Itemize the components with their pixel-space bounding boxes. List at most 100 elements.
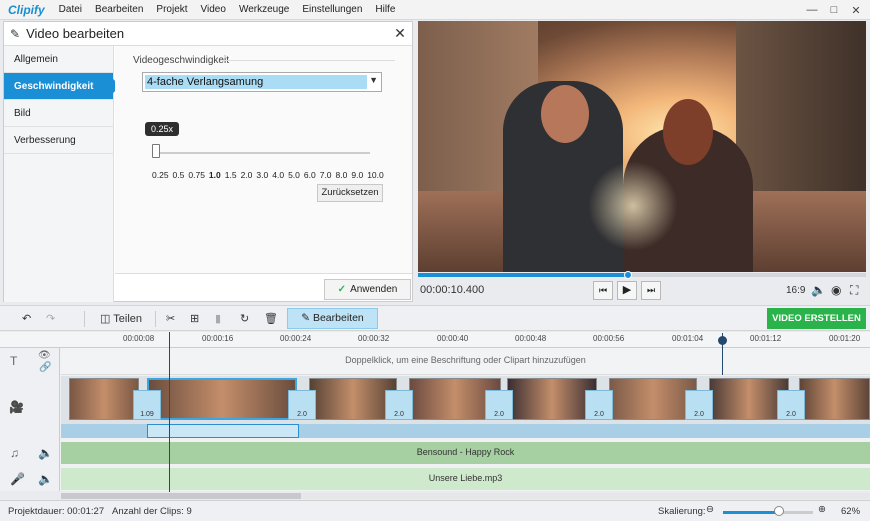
transition-thumb[interactable]: 2.0 xyxy=(685,390,713,420)
progress-knob[interactable] xyxy=(623,271,632,279)
video-preview[interactable] xyxy=(418,21,866,272)
timeline-scrollbar[interactable] xyxy=(61,493,870,499)
aspect-ratio[interactable]: 16:9 xyxy=(786,285,805,296)
edit-panel-sidebar: Allgemein Geschwindigkeit Bild Verbesser… xyxy=(4,46,121,302)
text-track-hint: Doppelklick, um eine Beschriftung oder C… xyxy=(345,355,586,365)
music-track-label: Bensound - Happy Rock xyxy=(416,447,515,457)
transition-thumb[interactable]: 1.09 xyxy=(133,390,161,420)
speed-dropdown-value: 4-fache Verlangsamung xyxy=(145,75,367,89)
menu-video[interactable]: Video xyxy=(201,4,226,15)
menu-datei[interactable]: Datei xyxy=(59,4,82,15)
eye-icon[interactable]: 👁 xyxy=(38,350,51,361)
ruler-label: 00:01:12 xyxy=(750,334,782,343)
speed-settings: Videogeschwindigkeit 4-fache Verlangsamu… xyxy=(115,46,412,273)
video-clip[interactable] xyxy=(507,378,597,420)
menu-einstellungen[interactable]: Einstellungen xyxy=(302,4,362,15)
split-label: Teilen xyxy=(113,313,143,325)
transition-thumb[interactable]: 2.0 xyxy=(485,390,513,420)
play-icon[interactable]: ▶ xyxy=(617,281,637,300)
ruler-label: 00:00:40 xyxy=(437,334,469,343)
music-track[interactable]: Bensound - Happy Rock xyxy=(61,442,870,464)
speed-slider-thumb[interactable] xyxy=(152,144,160,158)
slider-tick: 1.0 xyxy=(208,170,221,180)
transition-thumb[interactable]: 2.0 xyxy=(385,390,413,420)
scale-label: Skalierung: xyxy=(658,506,706,517)
section-label: Videogeschwindigkeit xyxy=(133,55,229,66)
zoom-slider-thumb[interactable] xyxy=(774,506,784,516)
app-logo: Clipify xyxy=(8,2,45,17)
fullscreen-icon[interactable]: ⛶ xyxy=(850,283,858,298)
clipify-window: { "app": {"name": "Clipify"}, "menu": ["… xyxy=(0,0,870,521)
zoom-slider[interactable] xyxy=(723,511,813,514)
maximize-icon[interactable]: □ xyxy=(823,0,845,20)
voice-track[interactable]: Unsere Liebe.mp3 xyxy=(61,468,870,490)
link-icon[interactable]: 🔗 xyxy=(39,362,51,373)
tab-allgemein[interactable]: Allgemein xyxy=(4,46,113,73)
apply-button[interactable]: ✓ Anwenden xyxy=(324,279,411,300)
create-video-button[interactable]: VIDEO ERSTELLEN xyxy=(767,308,866,329)
scissors-icon[interactable]: ✂ xyxy=(166,310,175,328)
transition-thumb[interactable]: 2.0 xyxy=(777,390,805,420)
tab-geschwindigkeit[interactable]: Geschwindigkeit xyxy=(4,73,121,100)
slider-tick: 4.0 xyxy=(272,170,285,180)
reset-button[interactable]: Zurücksetzen xyxy=(317,184,383,202)
timeline-ruler[interactable]: 00:00:08 00:00:16 00:00:24 00:00:32 00:00:40… xyxy=(0,332,870,348)
menu-hilfe[interactable]: Hilfe xyxy=(375,4,395,15)
speed-dropdown[interactable]: 4-fache Verlangsamung ▼ xyxy=(142,72,382,92)
skip-back-icon[interactable]: ⏮ xyxy=(593,281,613,300)
scrollbar-thumb[interactable] xyxy=(61,493,301,499)
split-button[interactable]: ◫ Teilen xyxy=(100,310,142,328)
menu-projekt[interactable]: Projekt xyxy=(156,4,187,15)
rotate-icon[interactable]: ↻ xyxy=(240,310,249,328)
preview-woman-head xyxy=(663,99,713,165)
zoom-in-icon[interactable]: ⊕ xyxy=(818,504,826,515)
menu-werkzeuge[interactable]: Werkzeuge xyxy=(239,4,289,15)
text-icon: T xyxy=(10,354,18,368)
tab-bild[interactable]: Bild xyxy=(4,100,113,127)
volume-icon[interactable]: 🔈 xyxy=(811,283,826,297)
close-icon[interactable]: ✕ xyxy=(392,25,408,41)
slider-tooltip: 0.25x xyxy=(145,122,180,136)
marker-handle[interactable] xyxy=(718,336,727,345)
menu-bearbeiten[interactable]: Bearbeiten xyxy=(95,4,143,15)
speaker-icon[interactable]: 🔈 xyxy=(38,446,53,460)
undo-icon[interactable]: ↶ xyxy=(22,310,31,328)
preview-man-head xyxy=(541,85,589,143)
slider-tick: 0.5 xyxy=(172,170,185,180)
slider-tick: 10.0 xyxy=(367,170,384,180)
speaker-icon[interactable]: 🔈 xyxy=(38,472,53,486)
edit-button[interactable]: ✎ Bearbeiten xyxy=(287,308,378,329)
slider-tick: 0.75 xyxy=(188,170,205,180)
tab-verbesserung[interactable]: Verbesserung xyxy=(4,127,113,154)
slider-tick: 5.0 xyxy=(288,170,300,180)
window-close-icon[interactable]: ✕ xyxy=(845,0,867,20)
video-clip[interactable] xyxy=(609,378,697,420)
video-clip[interactable] xyxy=(799,378,870,420)
preview-sun-flare xyxy=(588,161,678,251)
minimize-icon[interactable]: — xyxy=(801,0,823,20)
trash-icon[interactable]: 🗑 xyxy=(264,310,278,328)
zoom-fill xyxy=(723,511,777,514)
skip-forward-icon[interactable]: ⏭ xyxy=(641,281,661,300)
transition-thumb[interactable]: 2.0 xyxy=(288,390,316,420)
playhead[interactable] xyxy=(169,332,170,492)
edit-panel: ✎ Video bearbeiten ✕ Allgemein Geschwind… xyxy=(3,21,413,302)
slider-tick: 0.25 xyxy=(152,170,169,180)
text-track[interactable]: Doppelklick, um eine Beschriftung oder C… xyxy=(61,348,870,375)
video-clip[interactable] xyxy=(69,378,139,420)
playback-progress[interactable] xyxy=(418,271,866,279)
speed-slider-track[interactable] xyxy=(155,152,370,154)
edit-pencil-icon: ✎ xyxy=(10,26,21,41)
redo-icon[interactable]: ↷ xyxy=(46,310,55,328)
edit-label: Bearbeiten xyxy=(312,312,364,324)
zoom-out-icon[interactable]: ⊖ xyxy=(706,504,714,515)
transition-thumb[interactable]: 2.0 xyxy=(585,390,613,420)
frame-icon[interactable]: ▮ xyxy=(215,310,221,328)
video-clip[interactable] xyxy=(309,378,397,420)
crop-icon[interactable]: ⊞ xyxy=(190,310,199,328)
video-track[interactable]: 1.09 2.0 2.0 2.0 2.0 2.0 2.0 xyxy=(61,376,870,438)
apply-label: Anwenden xyxy=(350,284,398,295)
project-duration: Projektdauer: 00:01:27 xyxy=(8,506,105,517)
camera-icon[interactable]: ◉ xyxy=(831,283,841,297)
toolbar-divider xyxy=(155,311,156,327)
